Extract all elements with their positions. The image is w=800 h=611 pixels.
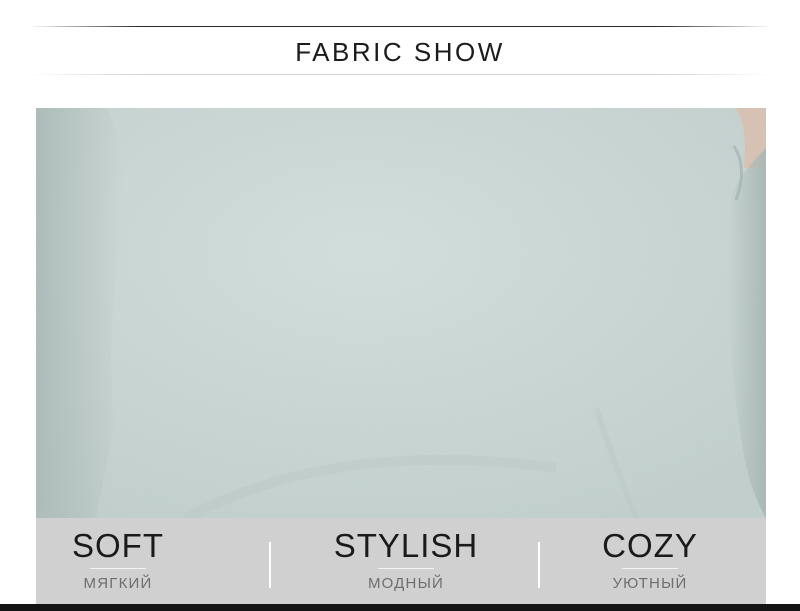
bottom-bar — [0, 604, 800, 611]
fabric-texture-image — [36, 108, 766, 518]
feature-soft: SOFT МЯГКИЙ — [36, 518, 200, 604]
feature-title: COZY — [602, 527, 698, 564]
feature-subtitle: МОДНЫЙ — [367, 575, 445, 592]
feature-divider — [269, 542, 271, 588]
feature-underline — [90, 568, 146, 569]
feature-subtitle: МЯГКИЙ — [83, 575, 153, 592]
feature-title: SOFT — [72, 527, 164, 564]
header-bottom-rule — [28, 74, 772, 75]
feature-strip: SOFT МЯГКИЙ STYLISH МОДНЫЙ COZY УЮТНЫЙ — [36, 518, 766, 604]
feature-title: STYLISH — [333, 527, 479, 564]
feature-subtitle: УЮТНЫЙ — [612, 575, 688, 592]
fabric-photo — [36, 108, 766, 518]
header: FABRIC SHOW — [0, 0, 800, 108]
page-title: FABRIC SHOW — [295, 37, 505, 67]
feature-underline — [622, 568, 678, 569]
feature-stylish: STYLISH МОДНЫЙ — [272, 518, 540, 604]
feature-cozy: COZY УЮТНЫЙ — [540, 518, 760, 604]
header-top-rule — [28, 26, 772, 27]
feature-underline — [378, 568, 434, 569]
